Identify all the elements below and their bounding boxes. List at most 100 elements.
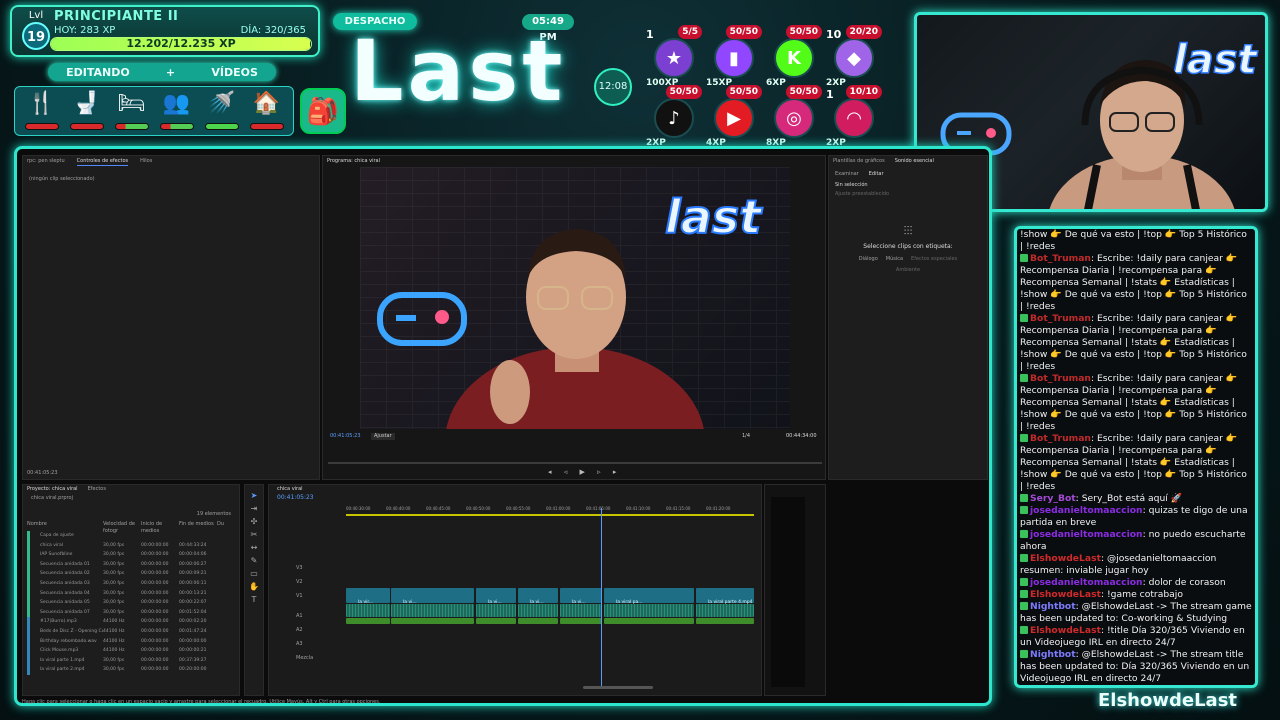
track-select-tool-icon[interactable]: ⇥ bbox=[245, 502, 263, 515]
audio-clip[interactable] bbox=[476, 604, 516, 617]
tab-effect-controls[interactable]: Controles de efectos bbox=[76, 158, 129, 166]
project-row[interactable]: Capa de ajuste bbox=[27, 531, 237, 541]
audio-clip[interactable] bbox=[346, 604, 390, 617]
chat-username[interactable]: josedanieltomaaccion bbox=[1030, 577, 1143, 588]
chat-username[interactable]: josedanieltomaaccion bbox=[1030, 505, 1143, 516]
project-row[interactable]: la viral parte 1.mp4 30,00 fps 00:00:00:00… bbox=[27, 655, 237, 666]
track-label[interactable]: V1 bbox=[296, 593, 303, 600]
video-clip[interactable]: la vir... bbox=[346, 588, 390, 605]
chat-username[interactable]: ElshowdeLast bbox=[1030, 589, 1101, 600]
tab-graphics-templates[interactable]: Plantillas de gráficos bbox=[833, 158, 885, 165]
playhead[interactable] bbox=[601, 508, 602, 686]
project-row[interactable]: Birthday rebombado.wav 44100 Hz 00:00:00:0… bbox=[27, 636, 237, 647]
video-clip[interactable]: la vi... bbox=[560, 588, 602, 605]
tab-effects[interactable]: Efectos bbox=[88, 486, 106, 493]
razor-tool-icon[interactable]: ✂ bbox=[245, 528, 263, 541]
timeline-scrollbar[interactable] bbox=[583, 686, 653, 689]
project-row[interactable]: IAP Sunofbline 30,00 fps 00:00:00:00 00:00:… bbox=[27, 550, 237, 560]
tab-edit[interactable]: Editar bbox=[869, 171, 884, 178]
ruler-tick: 00:40:30:00 bbox=[346, 506, 371, 511]
tab-threads[interactable]: Hilos bbox=[140, 158, 152, 166]
tab-browse[interactable]: Examinar bbox=[835, 171, 859, 178]
project-row[interactable]: #17(Burro).mp3 44100 Hz 00:00:00:00 00:00:0… bbox=[27, 617, 237, 627]
project-row[interactable]: Secuencia anidada 01 30,00 fps 00:00:00:00… bbox=[27, 559, 237, 570]
video-clip[interactable]: la viral pa... bbox=[604, 588, 694, 605]
tag-ambience-button[interactable]: Ambiente bbox=[829, 267, 987, 274]
project-cell: 30,00 fps bbox=[103, 609, 125, 615]
sequence-tab[interactable]: chica viral bbox=[269, 485, 761, 494]
chat-username[interactable]: ElshowdeLast bbox=[1030, 553, 1101, 564]
tag-dialogue-button[interactable]: Diálogo bbox=[859, 256, 878, 263]
project-row[interactable]: la viral parte 2.mp4 30,00 fps 00:00:00:00… bbox=[27, 665, 237, 675]
chat-username[interactable]: Nightbot bbox=[1030, 601, 1076, 612]
track-label[interactable]: Mezcla bbox=[296, 655, 313, 662]
social-reward-6: ◎ 50/50 8XP bbox=[766, 85, 824, 148]
project-row[interactable]: Secuencia anidada 03 30,00 fps 00:00:00:00… bbox=[27, 578, 237, 589]
playback-controls[interactable]: ◂ ◃ ▶ ▹ ▸ bbox=[548, 468, 668, 476]
ripple-edit-tool-icon[interactable]: ✣ bbox=[245, 515, 263, 528]
track-label[interactable]: V3 bbox=[296, 565, 303, 572]
project-cell: 30,00 fps bbox=[103, 580, 125, 586]
chat-username[interactable]: Bot_Truman bbox=[1030, 373, 1091, 384]
project-cell: 00:00:13:21 bbox=[179, 590, 207, 596]
tag-sfx-button[interactable]: Efectos especiales bbox=[911, 256, 957, 263]
tag-music-button[interactable]: Música bbox=[886, 256, 903, 263]
work-area-bar[interactable] bbox=[346, 514, 754, 516]
track-label[interactable]: A3 bbox=[296, 641, 303, 648]
project-row[interactable]: Secuencia anidada 02 30,00 fps 00:00:00:00… bbox=[27, 569, 237, 579]
chat-username[interactable]: Bot_Truman bbox=[1030, 433, 1091, 444]
chat-username[interactable]: Nightbot bbox=[1030, 649, 1076, 660]
text-tool-icon[interactable]: T bbox=[245, 593, 263, 606]
chat-text: : dolor de corason bbox=[1142, 577, 1226, 588]
chat-username[interactable]: Bot_Truman bbox=[1030, 253, 1091, 264]
audio-clip[interactable] bbox=[518, 618, 558, 624]
track-label[interactable]: A1 bbox=[296, 613, 303, 620]
project-row[interactable]: chica viral 30,00 fps 00:00:00:00 00:44:33:… bbox=[27, 540, 237, 551]
chat-username[interactable]: josedanieltomaaccion bbox=[1030, 529, 1143, 540]
needs-panel: 🍴 🚽 🛏 👥 🚿 🏠 bbox=[14, 86, 294, 136]
program-scrubber[interactable] bbox=[328, 462, 822, 464]
hand-tool-icon[interactable]: ✋ bbox=[245, 580, 263, 593]
tab-project[interactable]: Proyecto: chica viral bbox=[27, 486, 78, 493]
fit-dropdown[interactable]: Ajustar bbox=[371, 433, 395, 440]
track-label[interactable]: V2 bbox=[296, 579, 303, 586]
mode-right: VÍDEOS bbox=[211, 65, 258, 79]
project-cell: Secuencia anidada 07 bbox=[27, 607, 103, 618]
slip-tool-icon[interactable]: ↔ bbox=[245, 541, 263, 554]
video-clip[interactable]: la vi... bbox=[476, 588, 516, 605]
video-clip[interactable]: la viral parte 4.mp4 [V] bbox=[696, 588, 754, 624]
audio-clip[interactable] bbox=[696, 604, 754, 617]
audio-clip[interactable] bbox=[604, 618, 694, 624]
video-clip[interactable]: la vi... bbox=[518, 588, 558, 605]
audio-clip[interactable] bbox=[391, 618, 474, 624]
rect-tool-icon[interactable]: ▭ bbox=[245, 567, 263, 580]
tab-source[interactable]: rpc: pen sleptu bbox=[27, 158, 65, 166]
video-clip[interactable]: la vi... bbox=[391, 588, 474, 605]
resolution-dropdown[interactable]: 1/4 bbox=[742, 433, 750, 440]
preview-person bbox=[446, 229, 704, 429]
audio-clip[interactable] bbox=[560, 618, 602, 624]
audio-clip[interactable] bbox=[604, 604, 694, 617]
track-label[interactable]: A2 bbox=[296, 627, 303, 634]
track-headers: V3 V2 V1 A1 A2 A3 Mezcla bbox=[276, 565, 342, 675]
audio-clip[interactable] bbox=[476, 618, 516, 624]
project-cell: 44100 Hz bbox=[103, 628, 125, 634]
project-row[interactable]: Beds de Disc Z - Opening Cut 44100 Hz 00:0… bbox=[27, 626, 237, 637]
chat-username[interactable]: Bot_Truman bbox=[1030, 313, 1091, 324]
audio-clip[interactable] bbox=[696, 618, 754, 624]
project-row[interactable]: Click Mouse.mp3 44100 Hz 00:00:00:00 00:00:… bbox=[27, 646, 237, 656]
audio-clip[interactable] bbox=[518, 604, 558, 617]
project-row[interactable]: Secuencia anidada 04 30,00 fps 00:00:00:00… bbox=[27, 588, 237, 599]
tab-essential-sound[interactable]: Sonido esencial bbox=[895, 158, 934, 165]
program-tab[interactable]: Programa: chica viral bbox=[323, 156, 825, 167]
audio-clip[interactable] bbox=[346, 618, 390, 624]
project-row[interactable]: Secuencia anidada 05 30,00 fps 00:00:00:00… bbox=[27, 598, 237, 608]
selection-tool-icon[interactable]: ➤ bbox=[245, 489, 263, 502]
audio-clip[interactable] bbox=[391, 604, 474, 617]
project-row[interactable]: Secuencia anidada 07 30,00 fps 00:00:00:00… bbox=[27, 607, 237, 618]
chat-username[interactable]: ElshowdeLast bbox=[1030, 625, 1101, 636]
audio-clip[interactable] bbox=[560, 604, 602, 617]
chat-username[interactable]: Sery_Bot bbox=[1030, 493, 1076, 504]
project-cell: 00:00:00:21 bbox=[179, 648, 207, 654]
pen-tool-icon[interactable]: ✎ bbox=[245, 554, 263, 567]
